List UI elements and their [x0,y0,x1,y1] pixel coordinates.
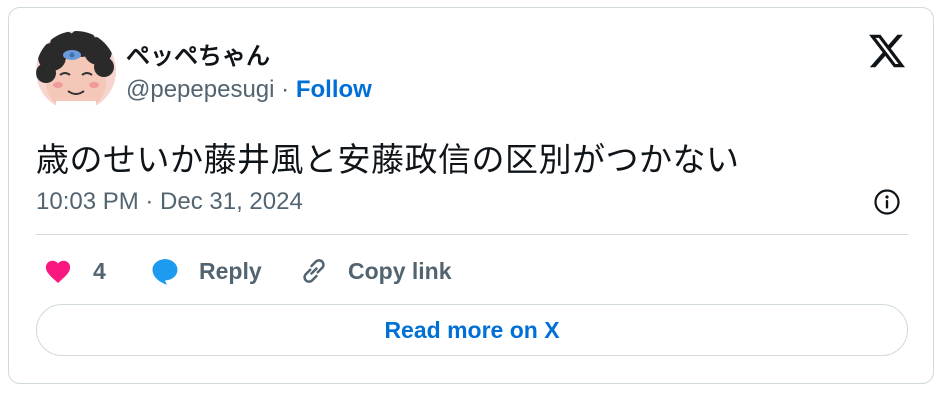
x-logo-icon[interactable] [867,31,907,71]
follow-link[interactable]: Follow [296,76,372,103]
separator-dot: · [281,76,290,103]
reply-label: Reply [199,257,262,284]
copy-link-label: Copy link [348,257,452,284]
display-name[interactable]: ペッペちゃん [126,36,270,71]
reply-button[interactable]: Reply [150,256,262,286]
info-icon[interactable] [873,188,901,216]
like-button[interactable]: 4 [43,256,106,286]
tweet-timestamp[interactable]: 10:03 PM · Dec 31, 2024 [36,188,303,216]
user-handle[interactable]: @pepepesugi [126,76,274,103]
handle-row: @pepepesugi · Follow [126,76,372,104]
avatar[interactable] [36,31,116,111]
like-count: 4 [93,257,106,284]
link-icon [303,259,325,283]
heart-icon [45,260,71,283]
divider [36,234,908,235]
speech-bubble-icon [152,259,178,285]
copy-link-button[interactable]: Copy link [299,256,452,286]
tweet-text: 歳のせいか藤井風と安藤政信の区別がつかない [36,140,740,179]
read-more-button[interactable]: Read more on X [36,304,908,356]
tweet-card: ペッペちゃん @pepepesugi · Follow 歳のせいか藤井風と安藤政… [8,7,934,384]
